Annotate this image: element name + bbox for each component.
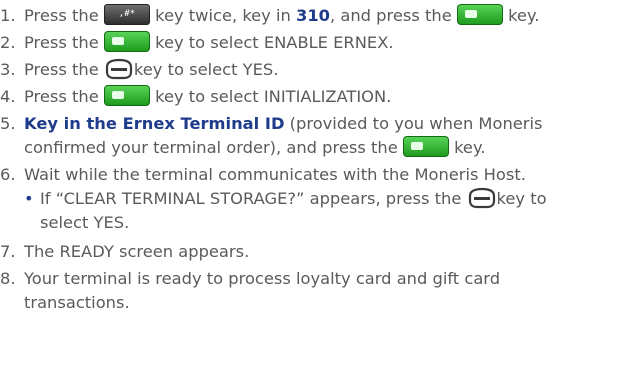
- step-number: 8.: [0, 269, 16, 288]
- step-text: Wait while the terminal communicates wit…: [24, 165, 526, 184]
- ok-key-icon: [402, 136, 449, 157]
- step-text: key.: [502, 6, 540, 25]
- step-text: key to select YES.: [133, 60, 279, 79]
- step-text: Your terminal is ready to process loyalt…: [24, 269, 501, 288]
- step-text: Press the: [24, 60, 104, 79]
- step-text: , and press the: [330, 6, 457, 25]
- step-number: 3.: [0, 60, 16, 79]
- ok-key-icon: [103, 31, 150, 52]
- step-number: 6.: [0, 165, 16, 184]
- substep-text: If “CLEAR TERMINAL STORAGE?” appears, pr…: [40, 189, 467, 208]
- bullet: •: [24, 189, 34, 208]
- step-number: 2.: [0, 33, 16, 52]
- key-code: 310: [296, 6, 331, 25]
- step-text: The READY screen appears.: [24, 242, 250, 261]
- step-number: 7.: [0, 242, 16, 261]
- soft-key-icon: [468, 187, 495, 208]
- soft-key-icon: [105, 58, 133, 79]
- step-text: confirmed your terminal order), and pres…: [24, 138, 403, 157]
- function-key-icon: ,#*: [103, 4, 150, 25]
- step-text: transactions.: [24, 293, 130, 312]
- step-number: 5.: [0, 114, 16, 133]
- step-text: key twice, key in: [149, 6, 297, 25]
- substep-text: select YES.: [40, 213, 130, 232]
- instruction-list: 1. Press the ,#* key twice, key in 310, …: [0, 0, 627, 369]
- ok-key-icon: [103, 85, 150, 106]
- substep-text: key to: [496, 189, 547, 208]
- step-number: 1.: [0, 6, 16, 25]
- step-text: key.: [448, 138, 486, 157]
- step-emphasis: Key in the Ernex Terminal ID: [24, 114, 285, 133]
- step-text: Press the: [24, 33, 104, 52]
- ok-key-icon: [456, 4, 503, 25]
- step-number: 4.: [0, 87, 16, 106]
- step-text: key to select ENABLE ERNEX.: [149, 33, 394, 52]
- step-text: key to select INITIALIZATION.: [149, 87, 392, 106]
- step-text: Press the: [24, 87, 104, 106]
- step-text: Press the: [24, 6, 104, 25]
- step-text: (provided to you when Moneris: [284, 114, 543, 133]
